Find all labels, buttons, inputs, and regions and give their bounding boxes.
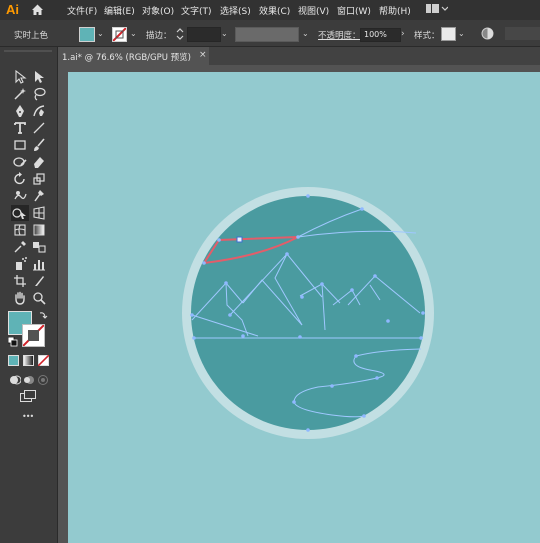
- perspective-grid-tool-icon[interactable]: [32, 206, 46, 220]
- menu-select[interactable]: 选择(S): [220, 4, 251, 17]
- swap-colors-icon[interactable]: [38, 310, 48, 323]
- blend-tool-icon[interactable]: [32, 240, 46, 254]
- recolor-artwork-icon[interactable]: [481, 27, 494, 43]
- selection-tool-icon[interactable]: [13, 69, 27, 84]
- screen-mode-icon[interactable]: [20, 390, 36, 405]
- menu-object[interactable]: 对象(O): [142, 4, 174, 17]
- paintbrush-tool-icon[interactable]: [32, 138, 46, 152]
- hand-tool-icon[interactable]: [13, 291, 27, 305]
- ruler-area: [58, 65, 540, 72]
- opacity-input[interactable]: 100%: [360, 28, 401, 42]
- rotate-tool-icon[interactable]: [13, 172, 27, 186]
- eraser-tool-icon[interactable]: [32, 155, 46, 169]
- direct-selection-tool-icon[interactable]: [32, 70, 46, 84]
- puppet-warp-tool-icon[interactable]: [32, 189, 46, 203]
- stroke-color-swatch[interactable]: [112, 27, 127, 42]
- fill-color-swatch[interactable]: [79, 27, 95, 42]
- artboard-tool-icon[interactable]: [13, 274, 27, 288]
- live-paint-label[interactable]: 实时上色: [14, 29, 48, 41]
- lasso-tool-icon[interactable]: [32, 87, 46, 101]
- menu-edit[interactable]: 编辑(E): [104, 4, 135, 17]
- menu-view[interactable]: 视图(V): [298, 4, 329, 17]
- workspace-switcher-icon[interactable]: [426, 3, 449, 18]
- menu-type[interactable]: 文字(T): [181, 4, 212, 17]
- gradient-tool-icon[interactable]: [32, 223, 46, 237]
- chevron-down-icon[interactable]: ⌄: [130, 29, 137, 38]
- pen-tool-icon[interactable]: [13, 104, 27, 118]
- menu-help[interactable]: 帮助(H): [379, 4, 411, 17]
- style-label[interactable]: 样式：: [414, 29, 440, 41]
- line-segment-tool-icon[interactable]: [32, 121, 46, 135]
- draw-normal-icon[interactable]: [9, 374, 22, 389]
- warp-tool-icon[interactable]: [13, 189, 27, 203]
- column-graph-tool-icon[interactable]: [32, 257, 46, 271]
- app-logo: Ai: [6, 2, 19, 17]
- type-tool-icon[interactable]: [13, 121, 27, 135]
- default-colors-icon[interactable]: [7, 336, 18, 350]
- draw-behind-icon[interactable]: [23, 374, 35, 389]
- chevron-down-icon[interactable]: ⌄: [221, 29, 228, 38]
- graphic-style-swatch[interactable]: [441, 27, 456, 41]
- zoom-tool-icon[interactable]: [32, 291, 46, 305]
- document-tab[interactable]: 1.ai* @ 76.6% (RGB/GPU 预览) ×: [57, 47, 209, 65]
- chevron-down-icon[interactable]: ⌄: [97, 29, 104, 38]
- scale-tool-icon[interactable]: [32, 172, 46, 186]
- menu-window[interactable]: 窗口(W): [337, 4, 371, 17]
- menu-effect[interactable]: 效果(C): [259, 4, 290, 17]
- stroke-label[interactable]: 描边：: [146, 29, 172, 41]
- rectangle-tool-icon[interactable]: [13, 138, 27, 152]
- stroke-weight-field[interactable]: [187, 27, 221, 42]
- close-icon[interactable]: ×: [199, 50, 207, 60]
- chevron-down-icon[interactable]: ⌄: [302, 29, 309, 38]
- none-mode-icon[interactable]: [37, 354, 50, 369]
- home-icon[interactable]: [31, 3, 44, 19]
- slice-tool-icon[interactable]: [32, 274, 46, 288]
- stroke-swatch-large[interactable]: [22, 324, 45, 347]
- document-tab-label: 1.ai* @ 76.6% (RGB/GPU 预览): [62, 53, 191, 63]
- mesh-tool-icon[interactable]: [13, 223, 27, 237]
- variable-width-profile[interactable]: [235, 27, 299, 42]
- menu-bar: Ai 文件(F) 编辑(E) 对象(O) 文字(T) 选择(S) 效果(C) 视…: [0, 0, 540, 20]
- color-mode-icon[interactable]: [8, 355, 19, 369]
- eyedropper-tool-icon[interactable]: [13, 240, 27, 254]
- shaper-tool-icon[interactable]: [13, 155, 27, 169]
- shape-builder-tool-icon[interactable]: [11, 205, 29, 221]
- menu-file[interactable]: 文件(F): [67, 4, 97, 17]
- draw-inside-icon[interactable]: [37, 374, 49, 389]
- chevron-down-icon[interactable]: ⌄: [458, 29, 465, 38]
- chevron-right-icon[interactable]: ›: [401, 29, 405, 39]
- artboard-canvas[interactable]: [68, 72, 540, 543]
- opacity-label[interactable]: 不透明度：: [318, 29, 361, 41]
- tools-panel: •••: [0, 47, 58, 543]
- disabled-control: [505, 27, 540, 40]
- stroke-stepper[interactable]: [176, 27, 184, 44]
- gradient-mode-icon[interactable]: [23, 355, 34, 369]
- magic-wand-tool-icon[interactable]: [13, 87, 27, 101]
- symbol-sprayer-tool-icon[interactable]: [13, 257, 27, 271]
- curvature-tool-icon[interactable]: [32, 104, 46, 118]
- more-tools-icon[interactable]: •••: [22, 412, 34, 421]
